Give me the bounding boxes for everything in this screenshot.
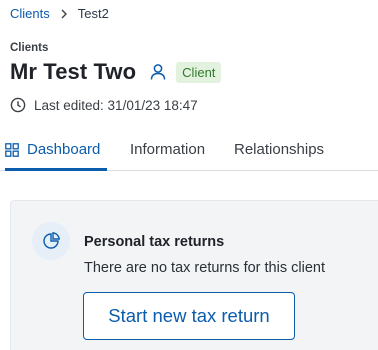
section-label: Clients <box>10 42 49 54</box>
breadcrumb: Clients Test2 <box>10 6 109 21</box>
chevron-right-icon <box>58 8 70 20</box>
tab-dashboard-label: Dashboard <box>27 141 101 158</box>
person-icon <box>148 62 168 82</box>
pie-chart-icon <box>32 222 70 260</box>
breadcrumb-link-clients[interactable]: Clients <box>10 6 50 21</box>
last-edited-text: Last edited: 31/01/23 18:47 <box>34 97 198 113</box>
tab-relationships-label: Relationships <box>234 141 325 158</box>
clock-icon <box>10 97 26 113</box>
tab-information[interactable]: Information <box>130 141 205 171</box>
page-title: Mr Test Two <box>10 59 137 84</box>
active-tab-indicator <box>5 168 107 171</box>
start-new-tax-return-button[interactable]: Start new tax return <box>83 292 295 340</box>
last-edited: Last edited: 31/01/23 18:47 <box>10 97 198 113</box>
tab-relationships[interactable]: Relationships <box>234 141 324 171</box>
breadcrumb-current: Test2 <box>77 6 109 21</box>
card-empty-text: There are no tax returns for this client <box>84 260 325 276</box>
card-title: Personal tax returns <box>84 234 225 250</box>
title-row: Mr Test Two Client <box>10 59 222 85</box>
tab-bar: Dashboard Information Relationships <box>0 137 378 171</box>
dashboard-grid-icon <box>5 143 19 157</box>
tab-dashboard[interactable]: Dashboard <box>5 141 100 171</box>
tab-information-label: Information <box>130 141 206 158</box>
status-badge: Client <box>176 61 222 83</box>
